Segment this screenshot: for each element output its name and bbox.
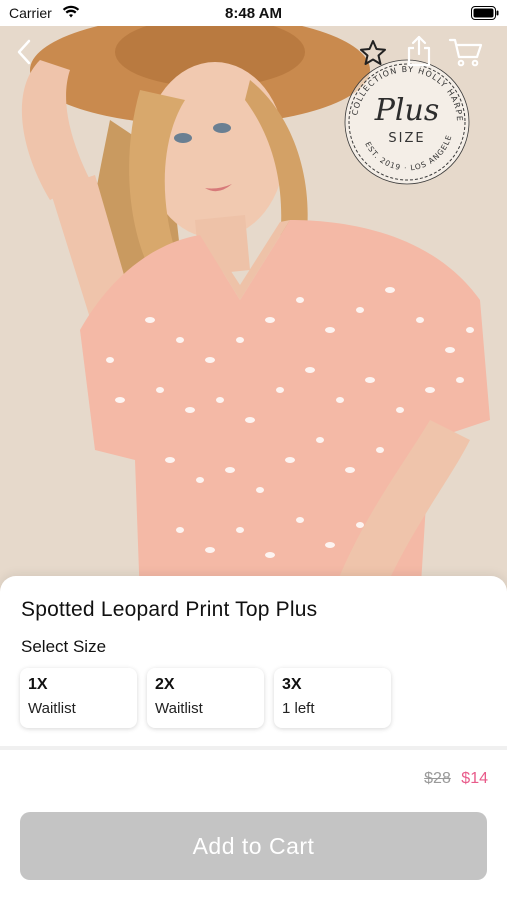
stamp-plus-text: Plus xyxy=(374,93,440,128)
select-size-heading: Select Size xyxy=(21,637,107,656)
size-option-3x[interactable]: 3X 1 left xyxy=(274,668,391,728)
status-bar: Carrier 8:48 AM xyxy=(0,0,507,26)
chevron-left-icon[interactable] xyxy=(12,38,36,66)
original-price: $28 xyxy=(424,770,451,787)
size-status: Waitlist xyxy=(28,700,76,717)
size-name: 1X xyxy=(28,676,48,693)
share-icon[interactable] xyxy=(405,34,433,68)
size-name: 2X xyxy=(155,676,175,693)
size-option-1x[interactable]: 1X Waitlist xyxy=(20,668,137,728)
price-row: $28 $14 xyxy=(424,770,488,788)
product-sheet: Spotted Leopard Print Top Plus Select Si… xyxy=(0,576,507,900)
brand-stamp-logo: COLLECTION BY HOLLY HARPER Plus SIZE EST… xyxy=(332,54,470,185)
size-options: 1X Waitlist 2X Waitlist 3X 1 left xyxy=(20,668,391,728)
product-title: Spotted Leopard Print Top Plus xyxy=(21,598,318,621)
add-to-cart-button[interactable]: Add to Cart xyxy=(20,812,487,880)
stamp-size-text: SIZE xyxy=(388,131,425,146)
size-name: 3X xyxy=(282,676,302,693)
clock: 8:48 AM xyxy=(225,5,282,22)
divider xyxy=(0,746,507,750)
size-status: 1 left xyxy=(282,700,315,717)
size-status: Waitlist xyxy=(155,700,203,717)
cart-icon[interactable] xyxy=(448,36,484,68)
size-option-2x[interactable]: 2X Waitlist xyxy=(147,668,264,728)
battery-icon xyxy=(471,6,499,20)
star-icon[interactable] xyxy=(358,38,388,68)
sale-price: $14 xyxy=(461,770,488,787)
